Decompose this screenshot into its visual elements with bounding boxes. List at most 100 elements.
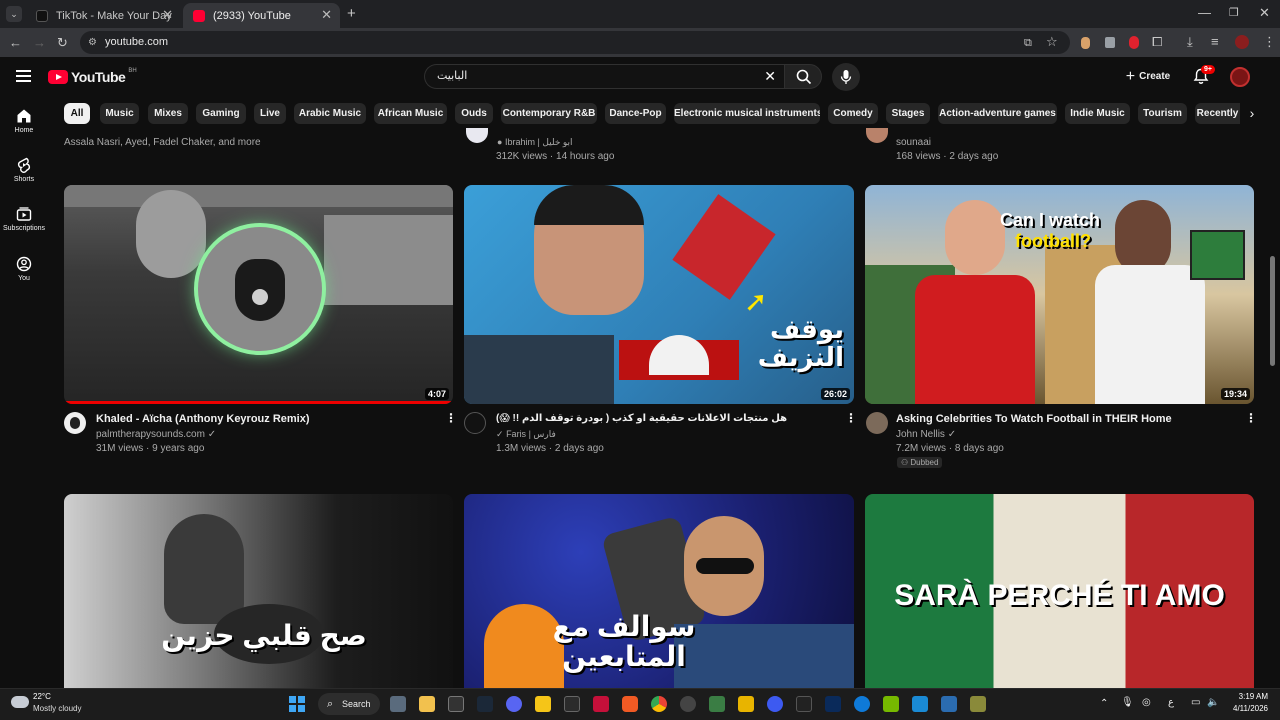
more-actions-icon[interactable]: ⋮ (445, 412, 457, 424)
tab-tiktok[interactable]: TikTok - Make Your Day ✕ (26, 3, 181, 28)
create-button[interactable]: + Create (1118, 64, 1178, 89)
steam-icon[interactable] (477, 696, 493, 712)
channel-name[interactable]: sounaai (896, 137, 931, 148)
app-r-icon[interactable] (535, 696, 551, 712)
video-thumbnail[interactable]: Can I watch football? 19:34 (865, 185, 1254, 404)
chip-recently[interactable]: Recently (1195, 103, 1240, 124)
guide-menu-icon[interactable] (16, 70, 31, 82)
edge-icon[interactable] (854, 696, 870, 712)
app-icon[interactable] (970, 696, 986, 712)
chips-next-chevron-icon[interactable]: › (1240, 100, 1264, 126)
search-input[interactable]: البابيت ✕ (424, 64, 784, 89)
chrome-icon[interactable] (651, 696, 667, 712)
chip-comedy[interactable]: Comedy (828, 103, 878, 124)
restore-icon[interactable]: ❐ (1229, 6, 1239, 20)
shield-extension-icon[interactable] (1105, 37, 1115, 48)
brave-icon[interactable] (622, 696, 638, 712)
tab-youtube[interactable]: (2933) YouTube ✕ (183, 3, 340, 28)
install-app-icon[interactable]: ⧉ (1024, 36, 1032, 50)
page-scrollbar[interactable] (1270, 256, 1275, 366)
cloud-weather-icon[interactable] (11, 696, 29, 708)
extensions-puzzle-icon[interactable]: ⧠ (1152, 35, 1162, 49)
extension-icon[interactable] (1081, 37, 1090, 49)
video-title[interactable]: هل منتجات الاعلانات حقيقية او كذب ( بودر… (496, 413, 826, 424)
channel-avatar[interactable] (866, 412, 888, 434)
more-actions-icon[interactable]: ⋮ (845, 412, 857, 424)
channel-avatar[interactable] (464, 412, 486, 434)
back-icon[interactable]: ← (9, 36, 22, 50)
app-tray-icon[interactable]: ◎ (1142, 697, 1151, 708)
excel-icon[interactable] (709, 696, 725, 712)
more-actions-icon[interactable]: ⋮ (1245, 412, 1257, 424)
profile-avatar[interactable] (1235, 35, 1249, 49)
chip-indie-music[interactable]: Indie Music (1065, 103, 1130, 124)
tab-list-icon[interactable]: ⌄ (6, 6, 22, 22)
channel-name[interactable]: palmtherapysounds.com ✓ (96, 429, 216, 440)
minimize-icon[interactable]: — (1198, 6, 1211, 20)
chip-all[interactable]: All (64, 103, 90, 124)
app-icon[interactable] (564, 696, 580, 712)
app-icon[interactable] (680, 696, 696, 712)
channel-avatar[interactable] (64, 412, 86, 434)
network-icon[interactable]: ▭ (1191, 697, 1200, 708)
discord-icon[interactable] (506, 696, 522, 712)
video-thumbnail[interactable]: 4:07 (64, 185, 453, 404)
chip-african-music[interactable]: African Music (374, 103, 447, 124)
new-tab-icon[interactable]: + (347, 6, 356, 21)
reading-list-icon[interactable]: ≡ (1211, 35, 1219, 49)
chip-stages[interactable]: Stages (886, 103, 930, 124)
sidebar-item-shorts[interactable]: Shorts (0, 157, 48, 183)
app-icon[interactable] (767, 696, 783, 712)
chip-tourism[interactable]: Tourism (1138, 103, 1187, 124)
youtube-logo[interactable]: YouTube BH (48, 68, 137, 85)
windows-start-icon[interactable] (289, 696, 305, 712)
chip-electronic-instruments[interactable]: Electronic musical instruments (674, 103, 820, 124)
sidebar-item-you[interactable]: You (0, 256, 48, 282)
video-thumbnail[interactable]: SARÀ PERCHÉ TI AMO (865, 494, 1254, 688)
chip-music[interactable]: Music (100, 103, 139, 124)
taskbar-search[interactable]: ⌕ Search (318, 693, 380, 715)
task-view-icon[interactable] (390, 696, 406, 712)
chip-ouds[interactable]: Ouds (455, 103, 493, 124)
chip-live[interactable]: Live (254, 103, 286, 124)
channel-avatar[interactable] (466, 128, 488, 143)
reload-icon[interactable]: ↻ (57, 36, 68, 50)
clock-time[interactable]: 3:19 AM (1228, 692, 1268, 701)
notifications-button[interactable]: 9+ (1193, 65, 1215, 90)
chip-action-adventure-games[interactable]: Action-adventure games (938, 103, 1057, 124)
voice-search-button[interactable] (832, 63, 860, 91)
show-hidden-icons-chevron-icon[interactable]: ⌃ (1100, 698, 1108, 709)
file-explorer-icon[interactable] (419, 696, 435, 712)
app-icon[interactable] (825, 696, 841, 712)
account-avatar[interactable] (1230, 67, 1250, 87)
input-language[interactable]: ع (1168, 697, 1174, 708)
channel-avatar[interactable] (866, 128, 888, 143)
bookmark-star-icon[interactable]: ☆ (1046, 35, 1058, 49)
chip-mixes[interactable]: Mixes (148, 103, 188, 124)
chip-arabic-music[interactable]: Arabic Music (294, 103, 366, 124)
app-icon[interactable] (796, 696, 812, 712)
close-window-icon[interactable]: ✕ (1259, 6, 1270, 20)
address-bar[interactable]: ⚙ youtube.com (80, 31, 1070, 54)
sidebar-item-home[interactable]: Home (0, 108, 48, 134)
volume-icon[interactable]: 🔈 (1207, 697, 1219, 708)
video-title[interactable]: Asking Celebrities To Watch Football in … (896, 413, 1236, 425)
video-title[interactable]: Khaled - Aïcha (Anthony Keyrouz Remix) (96, 413, 426, 425)
site-info-icon[interactable]: ⚙ (88, 31, 97, 54)
red-extension-icon[interactable] (1129, 36, 1139, 49)
chip-contemporary-rnb[interactable]: Contemporary R&B (501, 103, 597, 124)
clear-search-icon[interactable]: ✕ (764, 65, 776, 88)
forward-icon[interactable]: → (33, 36, 46, 50)
app-icon[interactable] (912, 696, 928, 712)
video-thumbnail[interactable]: صح قلبي حزين (64, 494, 453, 688)
app-icon[interactable] (738, 696, 754, 712)
app-icon[interactable] (941, 696, 957, 712)
channel-name[interactable]: John Nellis ✓ (896, 429, 956, 440)
search-button[interactable] (784, 64, 822, 89)
browser-menu-icon[interactable]: ⋮ (1263, 35, 1276, 49)
sidebar-item-subscriptions[interactable]: Subscriptions (0, 206, 48, 232)
close-tab-icon[interactable]: ✕ (321, 7, 332, 23)
channel-name[interactable]: ✓ Faris | فارس (496, 429, 556, 440)
chip-dance-pop[interactable]: Dance-Pop (605, 103, 666, 124)
close-tab-icon[interactable]: ✕ (162, 7, 173, 23)
